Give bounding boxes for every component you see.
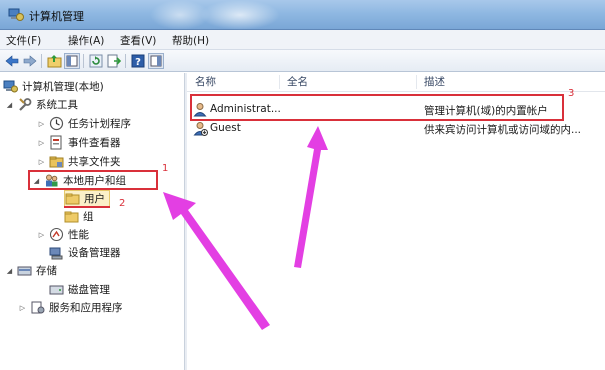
arrow-to-administrator <box>294 126 328 268</box>
annotation-arrows <box>163 126 328 330</box>
arrow-to-local-users-groups <box>163 192 270 330</box>
